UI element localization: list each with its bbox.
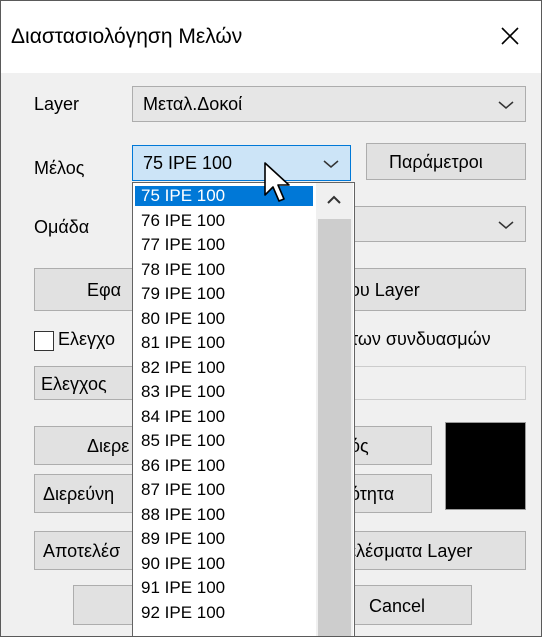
dropdown-item[interactable]: 89 IPE 100: [135, 529, 313, 549]
dropdown-item[interactable]: 88 IPE 100: [135, 505, 313, 525]
dropdown-item[interactable]: 87 IPE 100: [135, 480, 313, 500]
dropdown-item[interactable]: 86 IPE 100: [135, 456, 313, 476]
member-sizing-dialog: Διαστασιολόγηση Μελών Layer Μεταλ.Δοκοί …: [0, 0, 542, 637]
layer-value: Μεταλ.Δοκοί: [143, 94, 243, 114]
apply-layer-label-left: Εφα: [87, 280, 122, 300]
member-value: 75 IPE 100: [143, 153, 233, 173]
investigate-button-2-right: ότητα: [350, 484, 395, 504]
member-label: Μέλος: [34, 158, 85, 178]
member-combobox[interactable]: 75 IPE 100: [132, 145, 351, 181]
dropdown-item[interactable]: 82 IPE 100: [135, 358, 313, 378]
dropdown-item[interactable]: 91 IPE 100: [135, 578, 313, 598]
combinations-check-label-left: Ελεγχο: [58, 329, 116, 349]
parameters-button-label: Παράμετροι: [389, 152, 483, 172]
mouse-pointer-icon: [264, 162, 290, 202]
dropdown-item[interactable]: 85 IPE 100: [135, 431, 313, 451]
chevron-down-icon: [498, 101, 514, 109]
check-button-label: Ελεγχος: [41, 374, 107, 394]
dropdown-item[interactable]: 83 IPE 100: [135, 382, 313, 402]
window-title: Διαστασιολόγηση Μελών: [11, 25, 243, 48]
dropdown-item[interactable]: 78 IPE 100: [135, 260, 313, 280]
dropdown-item[interactable]: 90 IPE 100: [135, 554, 313, 574]
group-label: Ομάδα: [34, 217, 90, 237]
dropdown-item[interactable]: 81 IPE 100: [135, 333, 313, 353]
results-button-right: τελέσματα Layer: [341, 541, 473, 561]
chevron-up-icon[interactable]: [316, 183, 353, 217]
dropdown-item[interactable]: 76 IPE 100: [135, 211, 313, 231]
parameters-button[interactable]: Παράμετροι: [366, 143, 526, 180]
color-swatch[interactable]: [445, 422, 526, 510]
layer-label: Layer: [34, 94, 80, 114]
dropdown-item[interactable]: 92 IPE 100: [135, 603, 313, 623]
cancel-button-label: Cancel: [369, 596, 426, 616]
dropdown-item[interactable]: 84 IPE 100: [135, 407, 313, 427]
chevron-down-icon: [498, 221, 514, 229]
combinations-check-label-right: των συνδυασμών: [351, 329, 491, 349]
dropdown-item[interactable]: 80 IPE 100: [135, 309, 313, 329]
close-icon[interactable]: [495, 21, 525, 51]
scrollbar-thumb[interactable]: [318, 219, 351, 636]
title-bar: Διαστασιολόγηση Μελών: [1, 1, 541, 73]
chevron-down-icon: [323, 160, 339, 168]
layer-combobox[interactable]: Μεταλ.Δοκοί: [132, 86, 526, 122]
results-button-left: Αποτελέσ: [43, 541, 121, 561]
dropdown-scrollbar[interactable]: [316, 183, 353, 636]
dropdown-item[interactable]: 79 IPE 100: [135, 284, 313, 304]
investigate-button-1-left: Διερε: [87, 436, 130, 456]
dropdown-item[interactable]: 77 IPE 100: [135, 235, 313, 255]
check-result-field: [351, 366, 526, 400]
combinations-checkbox[interactable]: [34, 331, 54, 351]
investigate-button-2-left: Διερεύνη: [43, 484, 115, 504]
member-dropdown-list[interactable]: 75 IPE 100 76 IPE 100 77 IPE 100 78 IPE 100…: [132, 182, 355, 636]
